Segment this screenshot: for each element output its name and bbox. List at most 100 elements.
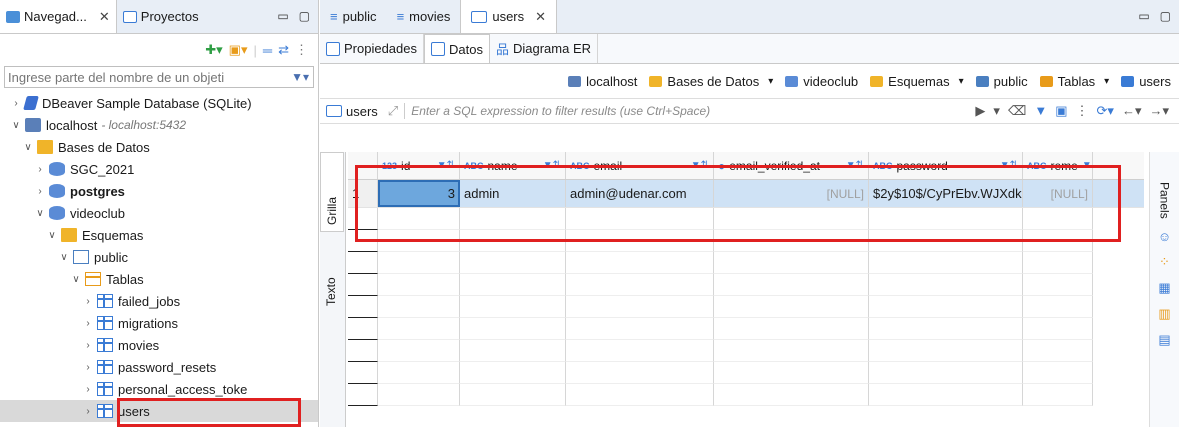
tree-item[interactable]: › migrations [0,312,318,334]
grid-corner[interactable] [348,152,378,179]
cell-email-verified-at[interactable]: [NULL] [714,180,869,207]
tree-item[interactable]: ∨ Esquemas [0,224,318,246]
cell-id[interactable]: 3 [378,180,460,207]
navigator-filter-input[interactable] [5,69,288,85]
maximize-icon[interactable]: ▢ [1160,9,1171,23]
back-icon[interactable]: ←▾ [1122,103,1142,119]
chevron-right-icon[interactable]: › [82,340,94,351]
chevron-down-icon[interactable]: ∨ [46,230,58,241]
sql-filter-input[interactable]: Enter a SQL expression to filter results… [405,104,975,118]
tree-item[interactable]: ∨ videoclub [0,202,318,224]
tab-text[interactable]: Texto [320,242,342,312]
cell-password[interactable]: $2y$10$/CyPrEbv.WJXdk [869,180,1023,207]
tree-item[interactable]: ∨ Bases de Datos [0,136,318,158]
refresh-icon[interactable]: ⟳▾ [1097,103,1114,119]
panels-toggle[interactable]: Panels [1158,182,1172,219]
tree-item[interactable]: ∨ Tablas [0,268,318,290]
column-header[interactable]: ABC name ▼⇅ [460,152,566,179]
link-editor-icon[interactable]: ⇄ [278,42,289,58]
column-header[interactable]: ABC password ▼⇅ [869,152,1023,179]
collapse-all-icon[interactable]: ═ [263,43,272,58]
chevron-right-icon[interactable]: › [82,406,94,417]
tab-data[interactable]: Datos [424,34,490,63]
sort-filter-icon[interactable]: ▼⇅ [1082,160,1092,171]
breadcrumb-item[interactable]: videoclub [785,74,858,89]
chevron-right-icon[interactable]: › [34,164,46,175]
breadcrumb-item[interactable]: Tablas ▾ [1039,74,1109,89]
maximize-icon[interactable]: ▢ [299,9,310,23]
tree-item[interactable]: ∨ public [0,246,318,268]
funnel-icon[interactable]: ▼ [1034,103,1047,119]
tab-public[interactable]: ≡ public [320,0,387,33]
chart-icon[interactable]: ▥ [1158,306,1170,322]
chevron-right-icon[interactable]: › [34,186,46,197]
breadcrumb-item[interactable]: users [1121,74,1171,89]
grid-icon[interactable]: ▦ [1158,280,1170,296]
breadcrumb-item[interactable]: Bases de Datos ▾ [649,74,773,89]
chevron-right-icon[interactable]: › [82,384,94,395]
column-header[interactable]: ABCreme ▼⇅ [1023,152,1093,179]
forward-icon[interactable]: →▾ [1149,103,1169,119]
grouping-icon[interactable]: ⁘ [1159,254,1170,270]
chevron-down-icon[interactable]: ▾ [959,76,964,87]
tree-item[interactable]: › failed_jobs [0,290,318,312]
chevron-down-icon[interactable]: ∨ [22,142,34,153]
tree-item[interactable]: › SGC_2021 [0,158,318,180]
minimize-icon[interactable]: ▭ [1138,9,1149,23]
chevron-down-icon[interactable]: ∨ [10,120,22,131]
row-number[interactable]: 1 [348,180,378,207]
tab-movies[interactable]: ≡ movies [387,0,461,33]
sort-filter-icon[interactable]: ▼⇅ [543,160,565,171]
chevron-down-icon[interactable]: ∨ [58,252,70,263]
close-icon[interactable]: ✕ [535,9,546,25]
column-header[interactable]: ABC email ▼⇅ [566,152,714,179]
tab-projects[interactable]: Proyectos [117,0,205,33]
close-icon[interactable]: ✕ [99,9,110,25]
chevron-down-icon[interactable]: ∨ [70,274,82,285]
chevron-right-icon[interactable]: › [82,362,94,373]
layout-icon[interactable]: ▤ [1158,332,1170,348]
cell-email[interactable]: admin@udenar.com [566,180,714,207]
tree-item[interactable]: › movies [0,334,318,356]
breadcrumb-item[interactable]: Esquemas ▾ [870,74,964,89]
save-filter-icon[interactable]: ▣ [1055,103,1067,119]
tab-grid[interactable]: Grilla [320,152,344,232]
new-connection-icon[interactable]: ✚▾ [205,42,222,58]
tab-er-diagram[interactable]: 品 Diagrama ER [490,34,599,63]
play-icon[interactable]: ▶ [975,103,985,119]
eraser-icon[interactable]: ⌫ [1008,103,1026,119]
new-folder-icon[interactable]: ▣▾ [229,42,248,58]
chevron-down-icon[interactable]: ∨ [34,208,46,219]
chevron-down-icon[interactable]: ▾ [768,76,773,87]
tree-item[interactable]: ∨ localhost - localhost:5432 [0,114,318,136]
column-header[interactable]: 123 id ▼⇅ [378,152,460,179]
more-icon[interactable]: ⋮ [1076,103,1089,119]
tab-navigator[interactable]: Navegad... ✕ [0,0,117,33]
chevron-right-icon[interactable]: › [82,296,94,307]
view-menu-icon[interactable]: ⋮ [295,42,308,58]
tree-item[interactable]: › users [0,400,318,422]
tree-item[interactable]: › personal_access_toke [0,378,318,400]
cell-name[interactable]: admin [460,180,566,207]
minimize-icon[interactable]: ▭ [277,9,288,23]
sort-filter-icon[interactable]: ▼⇅ [437,160,459,171]
chevron-down-icon[interactable]: ▾ [1104,76,1109,87]
sort-filter-icon[interactable]: ▼⇅ [691,160,713,171]
filter-icon[interactable]: ▼▾ [287,70,313,84]
tab-users[interactable]: users ✕ [460,0,558,33]
tree-item[interactable]: › DBeaver Sample Database (SQLite) [0,92,318,114]
breadcrumb-item[interactable]: localhost [568,74,637,89]
dropdown-icon[interactable]: ▾ [993,103,1000,119]
sort-filter-icon[interactable]: ▼⇅ [846,160,868,171]
cell-reme[interactable]: [NULL] [1023,180,1093,207]
chevron-right-icon[interactable]: › [82,318,94,329]
chevron-right-icon[interactable]: › [10,98,22,109]
breadcrumb-item[interactable]: public [975,74,1028,89]
smiley-icon[interactable]: ☺ [1158,229,1171,244]
tree-item[interactable]: › password_resets [0,356,318,378]
sort-filter-icon[interactable]: ▼⇅ [1000,160,1022,171]
tree-item[interactable]: › postgres [0,180,318,202]
table-row[interactable]: 1 3 admin admin@udenar.com [NULL] $2y$10$/CyP… [348,180,1144,208]
tab-properties[interactable]: Propiedades [320,34,424,63]
column-header[interactable]: ● email_verified_at ▼⇅ [714,152,869,179]
